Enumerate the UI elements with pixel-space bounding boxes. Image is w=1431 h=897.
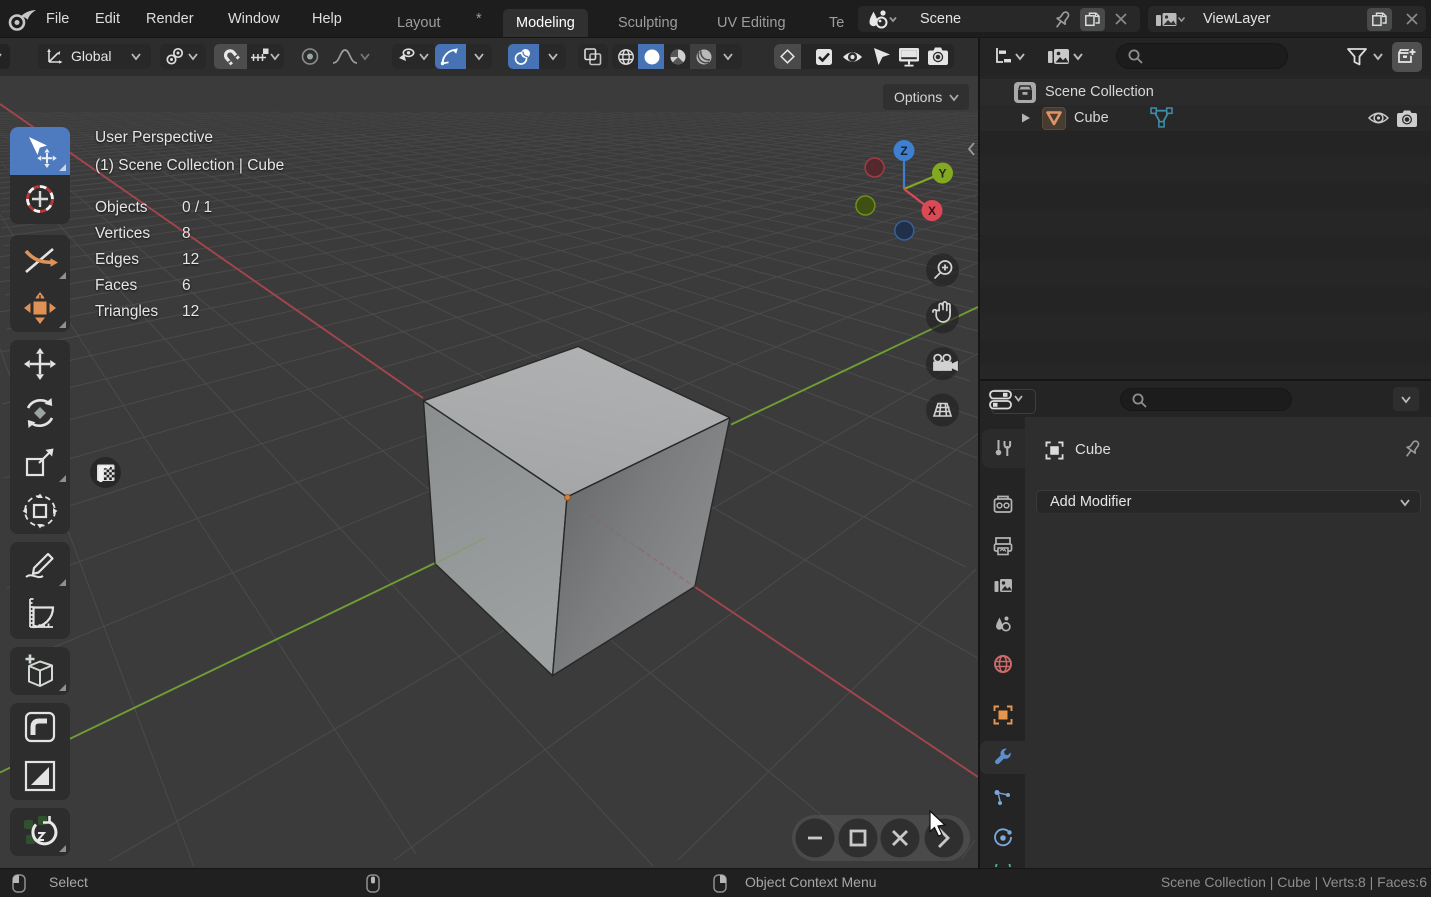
svg-text:X: X (928, 204, 936, 218)
svg-text:Y: Y (938, 167, 946, 181)
svg-text:Z: Z (900, 144, 907, 158)
